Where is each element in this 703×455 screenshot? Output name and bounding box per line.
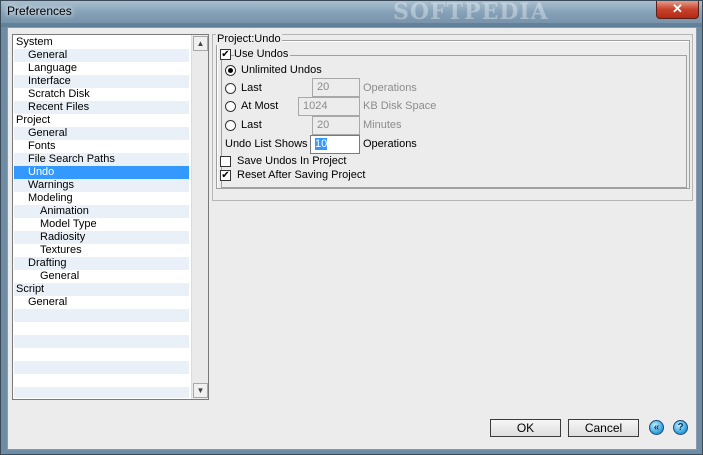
undo-list-count-field[interactable]: 10 (310, 135, 360, 154)
undo-list-count-value: 10 (315, 138, 328, 150)
reset-after-saving-checkbox[interactable]: ✔ (220, 170, 231, 181)
radio-dot-icon (228, 68, 233, 73)
tree-empty-row (14, 361, 189, 374)
unlimited-undos-label[interactable]: Unlimited Undos (241, 64, 322, 76)
tree-item[interactable]: Model Type (14, 218, 189, 231)
kb-disk-space-label: KB Disk Space (363, 100, 437, 112)
save-undos-checkbox[interactable] (220, 156, 231, 167)
tree-item[interactable]: Recent Files (14, 101, 189, 114)
minutes-unit-label: Minutes (363, 119, 402, 131)
operations-unit-label: Operations (363, 82, 417, 94)
use-undos-label[interactable]: Use Undos (234, 48, 291, 60)
tree-item-label: Recent Files (28, 101, 90, 113)
reset-after-saving-label[interactable]: Reset After Saving Project (237, 169, 365, 181)
tree-empty-row (14, 335, 189, 348)
save-undos-label[interactable]: Save Undos In Project (237, 155, 346, 167)
tree-item-label: Warnings (28, 179, 75, 191)
last-minutes-field[interactable]: 20 (312, 116, 360, 135)
last-operations-field[interactable]: 20 (312, 78, 360, 97)
tree-item-label: System (16, 36, 53, 48)
tree-item[interactable]: Interface (14, 75, 189, 88)
tree-item-label: Drafting (28, 257, 67, 269)
cancel-button[interactable]: Cancel (568, 419, 639, 437)
tree-item[interactable]: Scratch Disk (14, 88, 189, 101)
tree-empty-row (14, 387, 189, 398)
watermark-logo: SOFTPEDIA (393, 0, 549, 25)
tree-item-label: Fonts (28, 140, 56, 152)
tree-item-label: General (40, 270, 80, 282)
tree-item[interactable]: Radiosity (14, 231, 189, 244)
back-icon[interactable]: « (649, 420, 664, 435)
arrow-down-icon: ▼ (196, 386, 205, 395)
tree-item-label: General (28, 296, 68, 308)
tree-item[interactable]: Fonts (14, 140, 189, 153)
tree-empty-row (14, 374, 189, 387)
checkmark-icon: ✔ (221, 49, 230, 60)
tree-item[interactable]: General (14, 270, 189, 283)
title-bar[interactable]: Preferences SOFTPEDIA ✕ (1, 0, 702, 25)
last-minutes-radio[interactable] (225, 120, 236, 131)
tree-item-label: General (28, 49, 68, 61)
tree-item[interactable]: General (14, 127, 189, 140)
tree-item[interactable]: Modeling (14, 192, 189, 205)
tree-scrollbar[interactable]: ▲ ▼ (191, 35, 208, 399)
scroll-down-button[interactable]: ▼ (193, 383, 208, 398)
tree-item[interactable]: Project (14, 114, 189, 127)
undo-list-unit-label: Operations (363, 138, 417, 150)
tree-item-label: File Search Paths (28, 153, 115, 165)
unlimited-undos-radio[interactable] (225, 65, 236, 76)
tree-item-label: Modeling (28, 192, 73, 204)
tree-item[interactable]: Language (14, 62, 189, 75)
undo-list-shows-label: Undo List Shows (225, 138, 308, 150)
at-most-radio[interactable] (225, 101, 236, 112)
dialog-body: System General Language Interface Scratch Di… (7, 27, 697, 450)
help-icon[interactable]: ? (673, 420, 688, 435)
use-undos-checkbox[interactable]: ✔ (220, 49, 231, 60)
tree-item[interactable]: Textures (14, 244, 189, 257)
scroll-up-button[interactable]: ▲ (193, 36, 208, 51)
tree-item[interactable]: General (14, 49, 189, 62)
tree-item-label: Animation (40, 205, 89, 217)
tree-item-label: Language (28, 62, 77, 74)
tree-item[interactable]: Animation (14, 205, 189, 218)
close-icon: ✕ (672, 1, 683, 16)
preferences-window: Preferences SOFTPEDIA ✕ System General Lan… (0, 0, 703, 455)
tree-item[interactable]: File Search Paths (14, 153, 189, 166)
ok-button[interactable]: OK (490, 419, 561, 437)
category-tree: System General Language Interface Scratch Di… (12, 34, 209, 400)
category-list: System General Language Interface Scratch Di… (14, 36, 189, 398)
tree-item[interactable]: Drafting (14, 257, 189, 270)
tree-item-label: Radiosity (40, 231, 86, 243)
tree-item-label: Project (16, 114, 51, 126)
tree-empty-row (14, 322, 189, 335)
arrow-up-icon: ▲ (196, 39, 205, 48)
tree-item[interactable]: Warnings (14, 179, 189, 192)
disk-space-field[interactable]: 1024 (298, 97, 360, 116)
tree-item-label: Scratch Disk (28, 88, 90, 100)
tree-item-label: General (28, 127, 68, 139)
close-button[interactable]: ✕ (656, 1, 699, 19)
tree-empty-row (14, 348, 189, 361)
tree-empty-row (14, 309, 189, 322)
tree-item-label: Model Type (40, 218, 97, 230)
tree-item[interactable]: Undo (14, 166, 189, 179)
tree-item[interactable]: General (14, 296, 189, 309)
tree-item-label: Interface (28, 75, 71, 87)
last-minutes-label[interactable]: Last (241, 119, 262, 131)
at-most-label[interactable]: At Most (241, 100, 278, 112)
tree-item-label: Textures (40, 244, 82, 256)
panel-title: Project:Undo (216, 33, 282, 45)
last-operations-label[interactable]: Last (241, 82, 262, 94)
checkmark-icon: ✔ (221, 170, 230, 181)
tree-item[interactable]: Script (14, 283, 189, 296)
window-title: Preferences (7, 4, 72, 18)
tree-item-label: Script (16, 283, 45, 295)
tree-item-label: Undo (28, 166, 55, 178)
last-operations-radio[interactable] (225, 83, 236, 94)
tree-item[interactable]: System (14, 36, 189, 49)
